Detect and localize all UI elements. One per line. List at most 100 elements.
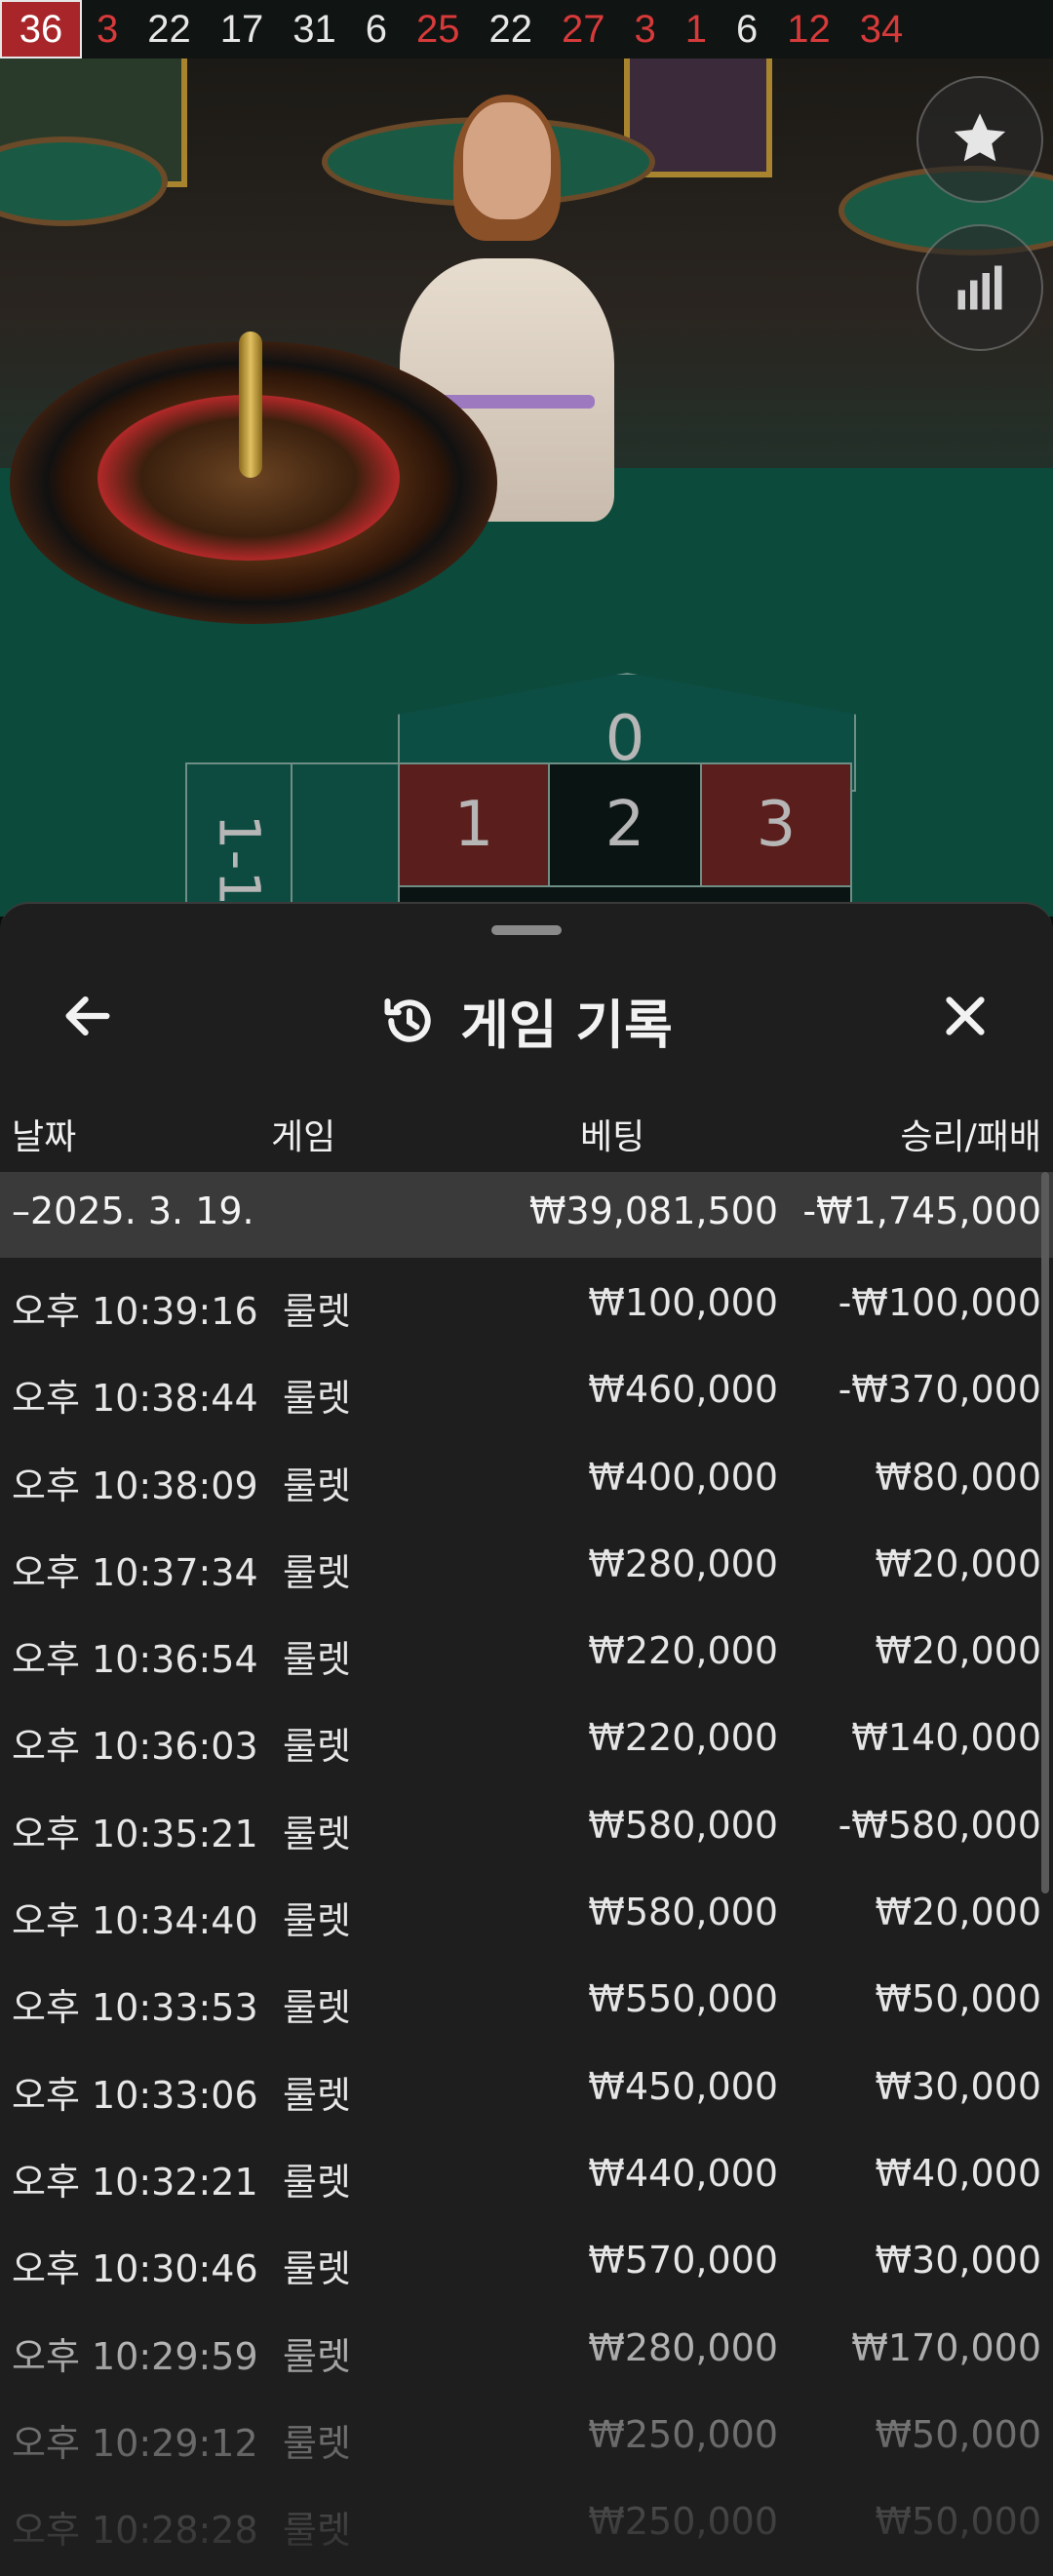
row-time: 오후 10:29:59 bbox=[12, 2334, 258, 2378]
row-game: 룰렛 bbox=[283, 1290, 351, 1333]
result-number: 6 bbox=[736, 7, 759, 51]
history-row[interactable]: 오후 10:29:12 룰렛 ₩250,000 ₩50,000 bbox=[0, 2390, 1053, 2477]
row-bet: ₩550,000 bbox=[588, 1977, 778, 2021]
row-result: -₩580,000 bbox=[838, 1803, 1041, 1847]
row-time: 오후 10:37:34 bbox=[12, 1550, 258, 1594]
row-result: ₩20,000 bbox=[875, 1891, 1041, 1934]
row-bet: ₩440,000 bbox=[588, 2151, 778, 2195]
result-number: 22 bbox=[488, 7, 533, 51]
row-time: 오후 10:30:46 bbox=[12, 2247, 258, 2291]
close-button[interactable] bbox=[931, 982, 999, 1050]
history-row[interactable]: 오후 10:37:34 룰렛 ₩280,000 ₩20,000 bbox=[0, 1519, 1053, 1606]
summary-date: –2025. 3. 19. bbox=[12, 1190, 254, 1232]
result-number: 3 bbox=[97, 7, 119, 51]
history-icon bbox=[384, 997, 431, 1042]
row-game: 룰렛 bbox=[283, 1725, 351, 1769]
row-game: 룰렛 bbox=[283, 2421, 351, 2465]
history-row[interactable]: 오후 10:38:09 룰렛 ₩400,000 ₩80,000 bbox=[0, 1432, 1053, 1519]
row-result: -₩370,000 bbox=[838, 1368, 1041, 1412]
row-time: 오후 10:32:21 bbox=[12, 2160, 258, 2204]
row-bet: ₩100,000 bbox=[588, 1281, 778, 1324]
row-result: ₩40,000 bbox=[875, 2151, 1041, 2195]
history-row[interactable]: 오후 10:30:46 룰렛 ₩570,000 ₩30,000 bbox=[0, 2215, 1053, 2302]
row-game: 룰렛 bbox=[283, 1377, 351, 1421]
favorite-button[interactable] bbox=[916, 76, 1043, 203]
row-result: ₩170,000 bbox=[851, 2325, 1041, 2369]
bet-spot-3[interactable]: 3 bbox=[700, 762, 852, 887]
row-result: ₩80,000 bbox=[875, 1455, 1041, 1499]
row-game: 룰렛 bbox=[283, 2160, 351, 2204]
history-row[interactable]: 오후 10:34:40 룰렛 ₩580,000 ₩20,000 bbox=[0, 1867, 1053, 1954]
result-number: 17 bbox=[219, 7, 264, 51]
result-number: 27 bbox=[562, 7, 605, 51]
result-number: 12 bbox=[787, 7, 831, 51]
history-row[interactable]: 오후 10:29:59 룰렛 ₩280,000 ₩170,000 bbox=[0, 2303, 1053, 2390]
row-bet: ₩580,000 bbox=[588, 1891, 778, 1934]
result-number: 22 bbox=[147, 7, 191, 51]
bet-spot-2[interactable]: 2 bbox=[548, 762, 702, 887]
row-bet: ₩400,000 bbox=[588, 1455, 778, 1499]
row-result: ₩30,000 bbox=[875, 2239, 1041, 2283]
game-history-sheet: 게임 기록 날짜 게임 베팅 승리/패배 –2025. 3. 19. ₩39,0… bbox=[0, 902, 1053, 2576]
history-row[interactable]: 오후 10:35:21 룰렛 ₩580,000 -₩580,000 bbox=[0, 1780, 1053, 1867]
row-bet: ₩220,000 bbox=[588, 1716, 778, 1760]
row-time: 오후 10:36:03 bbox=[12, 1725, 258, 1769]
row-game: 룰렛 bbox=[283, 1812, 351, 1855]
roulette-spindle bbox=[239, 332, 262, 478]
bet-spot-1[interactable]: 1 bbox=[398, 762, 550, 887]
latest-result: 36 bbox=[0, 0, 82, 59]
row-result: ₩20,000 bbox=[875, 1542, 1041, 1585]
row-time: 오후 10:38:09 bbox=[12, 1464, 258, 1507]
star-icon bbox=[954, 113, 1006, 162]
history-row[interactable]: 오후 10:36:54 룰렛 ₩220,000 ₩20,000 bbox=[0, 1606, 1053, 1693]
history-row[interactable]: 오후 10:33:06 룰렛 ₩450,000 ₩30,000 bbox=[0, 2042, 1053, 2128]
column-header-bet: 베팅 bbox=[580, 1117, 645, 1157]
row-bet: ₩580,000 bbox=[588, 1803, 778, 1847]
result-number: 3 bbox=[634, 7, 656, 51]
result-number: 6 bbox=[365, 7, 387, 51]
row-time: 오후 10:38:44 bbox=[12, 1377, 258, 1421]
row-game: 룰렛 bbox=[283, 1638, 351, 1682]
history-row[interactable]: 오후 10:28:28 룰렛 ₩250,000 ₩50,000 bbox=[0, 2477, 1053, 2563]
row-time: 오후 10:29:12 bbox=[12, 2421, 258, 2465]
sheet-header: 게임 기록 bbox=[0, 953, 1053, 1070]
column-header-date: 날짜 bbox=[12, 1117, 77, 1157]
row-bet: ₩280,000 bbox=[588, 2325, 778, 2369]
row-result: -₩100,000 bbox=[838, 1281, 1041, 1324]
date-summary-row[interactable]: –2025. 3. 19. ₩39,081,500 -₩1,745,000 bbox=[0, 1172, 1053, 1258]
history-column-headers: 날짜 게임 베팅 승리/패배 bbox=[0, 1099, 1053, 1163]
column-label: 1-1 bbox=[205, 813, 272, 907]
history-row[interactable]: 오후 10:38:44 룰렛 ₩460,000 -₩370,000 bbox=[0, 1345, 1053, 1431]
summary-bet: ₩39,081,500 bbox=[528, 1190, 778, 1232]
row-bet: ₩460,000 bbox=[588, 1368, 778, 1412]
row-result: ₩50,000 bbox=[875, 2412, 1041, 2456]
stats-icon bbox=[957, 265, 1002, 310]
row-game: 룰렛 bbox=[283, 1899, 351, 1943]
statistics-button[interactable] bbox=[916, 224, 1043, 351]
row-game: 룰렛 bbox=[283, 1986, 351, 2030]
sheet-title: 게임 기록 bbox=[0, 982, 1053, 1059]
row-bet: ₩250,000 bbox=[588, 2500, 778, 2544]
row-time: 오후 10:36:54 bbox=[12, 1638, 258, 1682]
bet-spot-column[interactable]: 1-1 bbox=[185, 762, 292, 917]
column-header-game: 게임 bbox=[271, 1117, 336, 1157]
sheet-title-text: 게임 기록 bbox=[460, 995, 673, 1056]
history-row[interactable]: 오후 10:33:53 룰렛 ₩550,000 ₩50,000 bbox=[0, 1954, 1053, 2041]
close-icon bbox=[946, 996, 985, 1035]
history-row[interactable]: 오후 10:32:21 룰렛 ₩440,000 ₩40,000 bbox=[0, 2128, 1053, 2215]
summary-result: -₩1,745,000 bbox=[802, 1190, 1041, 1232]
row-game: 룰렛 bbox=[283, 2334, 351, 2378]
history-row[interactable]: 오후 10:36:03 룰렛 ₩220,000 ₩140,000 bbox=[0, 1693, 1053, 1779]
history-list: 오후 10:39:16 룰렛 ₩100,000 -₩100,000 오후 10:38:4… bbox=[0, 1258, 1053, 2563]
scrollbar[interactable] bbox=[1041, 1172, 1049, 1893]
sheet-drag-handle[interactable] bbox=[491, 925, 562, 935]
column-header-result: 승리/패배 bbox=[900, 1117, 1041, 1157]
row-time: 오후 10:34:40 bbox=[12, 1899, 258, 1943]
row-time: 오후 10:35:21 bbox=[12, 1812, 258, 1855]
row-game: 룰렛 bbox=[283, 1464, 351, 1507]
recent-results-strip: 36 3 22 17 31 6 25 22 27 3 1 6 12 34 bbox=[0, 0, 1053, 59]
bet-spot-empty[interactable] bbox=[291, 762, 400, 917]
row-bet: ₩570,000 bbox=[588, 2239, 778, 2283]
history-row[interactable]: 오후 10:39:16 룰렛 ₩100,000 -₩100,000 bbox=[0, 1258, 1053, 1345]
row-game: 룰렛 bbox=[283, 1550, 351, 1594]
